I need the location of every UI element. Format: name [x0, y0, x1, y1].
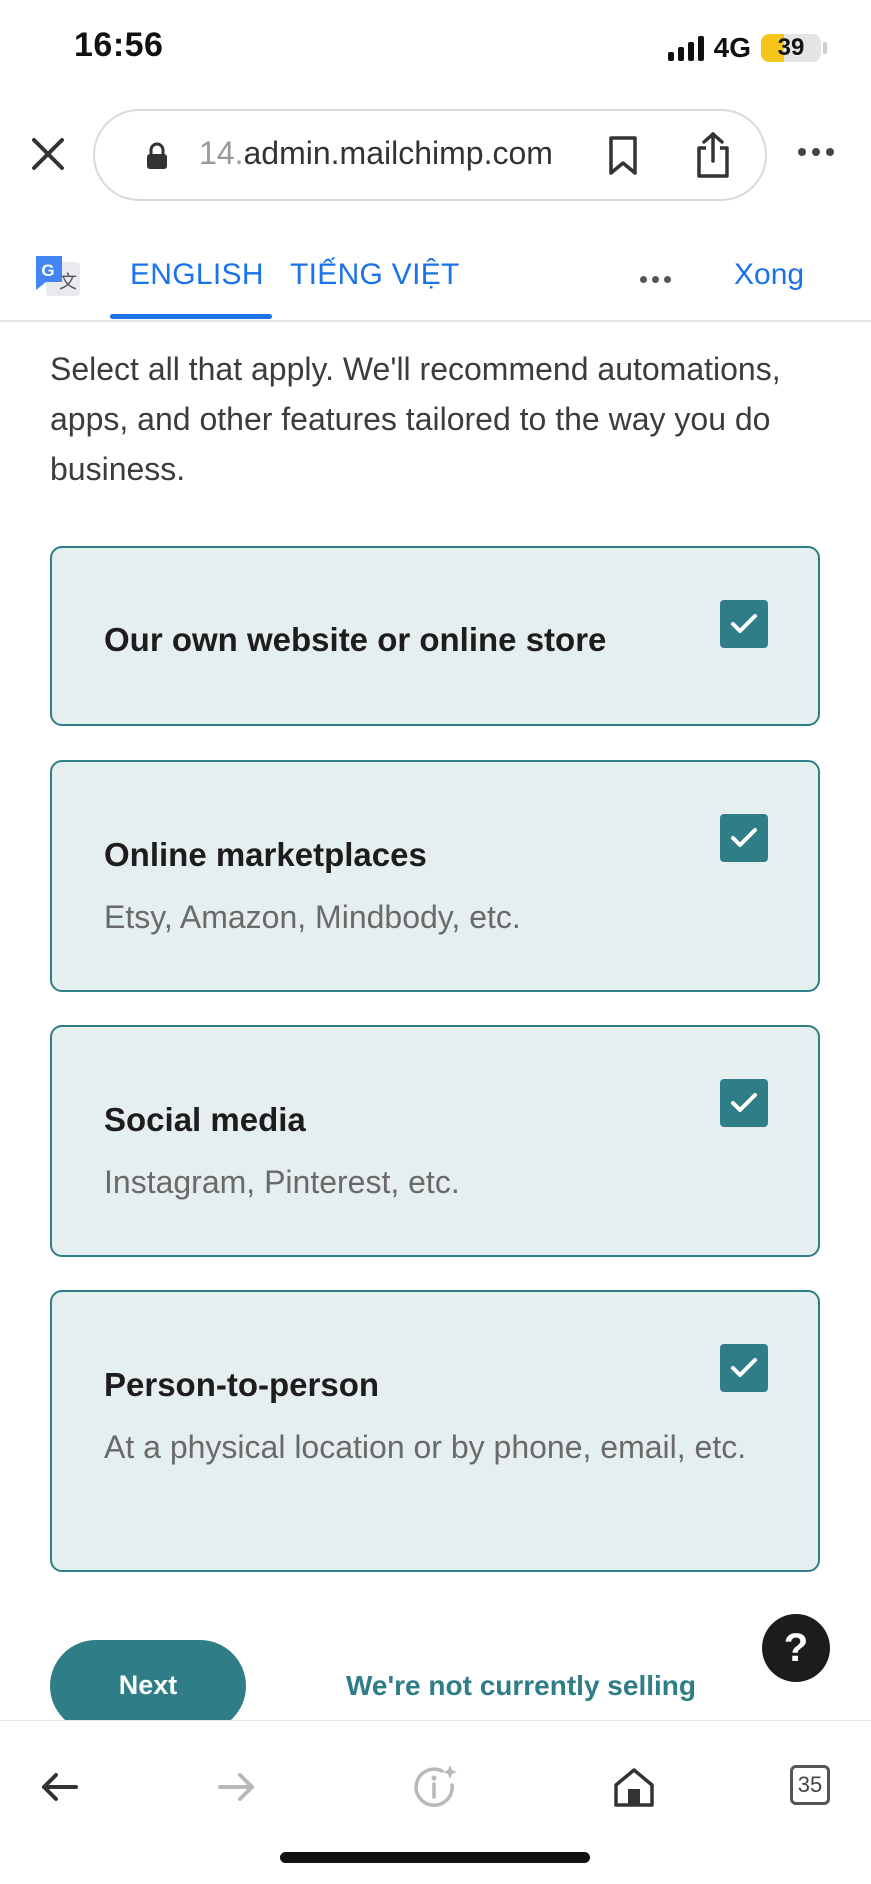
checkmark-icon [731, 1093, 757, 1112]
option-title: Online marketplaces [104, 836, 427, 873]
page: 16:56 4G 39 14.admin.mailchimp.com 文 G E… [0, 0, 871, 1884]
checkbox-checked[interactable] [720, 600, 768, 648]
intro-text: Select all that apply. We'll recommend a… [50, 351, 781, 487]
not-selling-link[interactable]: We're not currently selling [346, 1670, 696, 1702]
url-text: 14.admin.mailchimp.com [199, 135, 553, 172]
checkbox-checked[interactable] [720, 814, 768, 862]
option-subtitle: At a physical location or by phone, emai… [104, 1429, 747, 1465]
translate-bar: 文 G ENGLISH TIẾNG VIỆT Xong [0, 236, 871, 322]
option-card-marketplaces[interactable]: Online marketplaces Etsy, Amazon, Mindbo… [50, 760, 820, 992]
address-bar[interactable]: 14.admin.mailchimp.com [93, 109, 767, 201]
svg-text:G: G [41, 261, 54, 280]
option-title: Social media [104, 1101, 306, 1138]
share-icon[interactable] [695, 131, 731, 179]
option-title: Our own website or online store [104, 621, 607, 658]
url-main: admin.mailchimp.com [243, 135, 553, 171]
battery-cap [823, 42, 827, 54]
done-button[interactable]: Xong [734, 258, 804, 292]
option-card-person-to-person[interactable]: Person-to-person At a physical location … [50, 1290, 820, 1572]
checkbox-checked[interactable] [720, 1344, 768, 1392]
battery-icon: 39 [761, 34, 821, 62]
status-bar: 16:56 4G 39 [0, 0, 871, 96]
back-arrow-icon[interactable] [36, 1763, 84, 1811]
checkmark-icon [731, 1358, 757, 1377]
url-prefix: 14. [199, 135, 244, 171]
tab-vietnamese[interactable]: TIẾNG VIỆT [290, 258, 460, 292]
tabs-count-icon[interactable]: 35 [790, 1765, 830, 1805]
page-info-icon[interactable] [412, 1763, 460, 1811]
next-button[interactable]: Next [50, 1640, 246, 1732]
battery-level: 39 [777, 34, 805, 61]
lock-icon [145, 142, 169, 170]
translate-more-icon[interactable] [640, 276, 671, 283]
forward-arrow-icon[interactable] [212, 1763, 260, 1811]
signal-icon [667, 35, 704, 61]
active-tab-indicator [110, 314, 272, 319]
home-indicator [280, 1852, 590, 1863]
more-options-icon[interactable] [798, 148, 834, 156]
home-icon[interactable] [610, 1763, 658, 1811]
checkbox-checked[interactable] [720, 1079, 768, 1127]
option-title: Person-to-person [104, 1366, 380, 1403]
bookmark-icon[interactable] [607, 135, 639, 177]
status-time: 16:56 [74, 26, 164, 64]
status-indicators: 4G 39 [667, 32, 827, 64]
google-translate-icon: 文 G [34, 252, 82, 300]
close-icon[interactable] [28, 134, 68, 174]
option-card-website[interactable]: Our own website or online store [50, 546, 820, 726]
tab-english[interactable]: ENGLISH [130, 258, 264, 292]
option-subtitle: Etsy, Amazon, Mindbody, etc. [104, 899, 521, 935]
network-label: 4G [713, 32, 751, 63]
checkmark-icon [731, 828, 757, 847]
help-button[interactable]: ? [762, 1614, 830, 1682]
option-subtitle: Instagram, Pinterest, etc. [104, 1164, 460, 1200]
option-card-social-media[interactable]: Social media Instagram, Pinterest, etc. [50, 1025, 820, 1257]
checkmark-icon [731, 614, 757, 633]
